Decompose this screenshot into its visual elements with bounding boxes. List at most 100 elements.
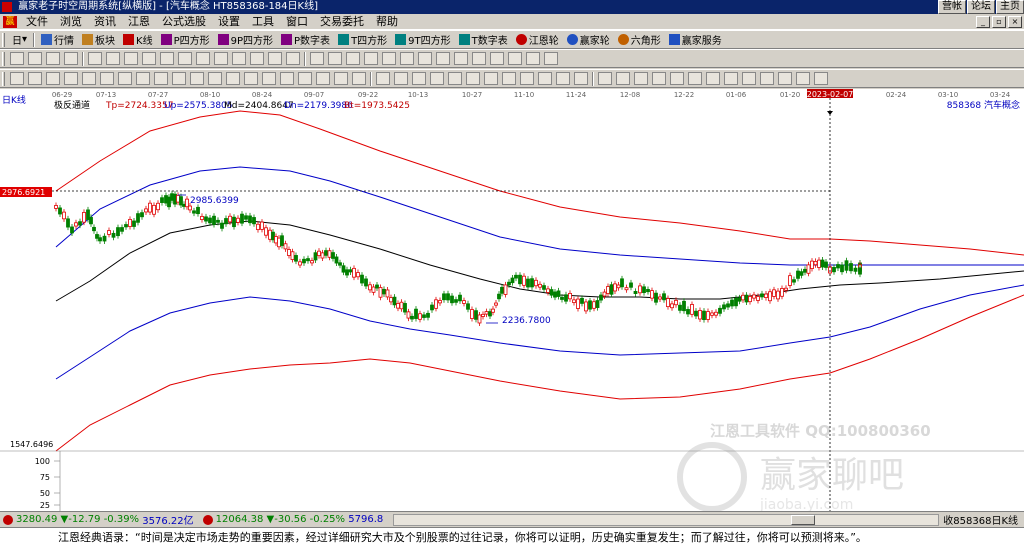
line-tool-15-icon[interactable] [262,72,276,85]
tool-diamond-3-icon[interactable] [160,52,174,65]
kline-chart[interactable]: 06-29 07-13 07-27 08-10 08-24 09-07 09-22 10-13… [0,89,1024,511]
tool-j-icon[interactable] [508,52,522,65]
menu-window[interactable]: 窗口 [280,14,314,30]
line-tool-24-icon[interactable] [430,72,444,85]
line-tool-40-icon[interactable] [724,72,738,85]
line-tool-6-icon[interactable] [100,72,114,85]
line-tool-18-icon[interactable] [316,72,330,85]
line-tool-31-icon[interactable] [556,72,570,85]
menu-info[interactable]: 资讯 [88,14,122,30]
menu-browse[interactable]: 浏览 [54,14,88,30]
line-tool-11-icon[interactable] [190,72,204,85]
menu-tools[interactable]: 工具 [246,14,280,30]
tool-f-icon[interactable] [436,52,450,65]
menu-formula[interactable]: 公式选股 [156,14,212,30]
line-tool-45-icon[interactable] [814,72,828,85]
tool-c-icon[interactable] [382,52,396,65]
kline-button[interactable]: K线 [119,31,157,48]
tool-diamond-9-icon[interactable] [268,52,282,65]
menu-help[interactable]: 帮助 [370,14,404,30]
9p-square-button[interactable]: 9P四方形 [214,31,277,48]
line-tool-33-icon[interactable] [598,72,612,85]
line-tool-30-icon[interactable] [538,72,552,85]
link-forum[interactable]: 论坛 [967,0,995,14]
winner-wheel-button[interactable]: 赢家轮 [563,31,614,48]
close-icon[interactable]: × [1008,16,1022,28]
9t-square-button[interactable]: 9T四方形 [391,31,454,48]
p-number-button[interactable]: P数字表 [277,31,334,48]
link-yingzhang[interactable]: 营帐 [938,0,966,14]
p-square-button[interactable]: P四方形 [157,31,214,48]
quote-button[interactable]: 行情 [37,31,78,48]
line-tool-43-icon[interactable] [778,72,792,85]
next-page-icon[interactable] [46,52,60,65]
chart-area[interactable]: 06-29 07-13 07-27 08-10 08-24 09-07 09-22 10-13… [0,89,1024,511]
tool-diamond-8-icon[interactable] [250,52,264,65]
sector-button[interactable]: 板块 [78,31,119,48]
line-tool-12-icon[interactable] [208,72,222,85]
day-button[interactable]: 日 ▾ [8,31,31,48]
prev-page-icon[interactable] [28,52,42,65]
line-tool-35-icon[interactable] [634,72,648,85]
minimize-icon[interactable]: _ [976,16,990,28]
line-tool-42-icon[interactable] [760,72,774,85]
app-menu-icon[interactable]: 赢 [3,15,17,28]
line-tool-19-icon[interactable] [334,72,348,85]
tool-diamond-6-icon[interactable] [214,52,228,65]
tool-h-icon[interactable] [472,52,486,65]
menu-gann[interactable]: 江恩 [122,14,156,30]
tool-diamond-4-icon[interactable] [178,52,192,65]
hexagon-button[interactable]: 六角形 [614,31,665,48]
line-tool-10-icon[interactable] [172,72,186,85]
line-tool-29-icon[interactable] [520,72,534,85]
line-tool-4-icon[interactable] [64,72,78,85]
line-tool-32-icon[interactable] [574,72,588,85]
line-tool-28-icon[interactable] [502,72,516,85]
tool-diamond-5-icon[interactable] [196,52,210,65]
hand-tool-icon[interactable] [310,52,324,65]
line-tool-34-icon[interactable] [616,72,630,85]
crosshair-tool-icon[interactable] [328,52,342,65]
tool-i-icon[interactable] [490,52,504,65]
tool-a-icon[interactable] [346,52,360,65]
menu-file[interactable]: 文件 [20,14,54,30]
tool-d-icon[interactable] [400,52,414,65]
link-home[interactable]: 主页 [996,0,1024,14]
line-tool-7-icon[interactable] [118,72,132,85]
line-tool-37-icon[interactable] [670,72,684,85]
gann-wheel-button[interactable]: 江恩轮 [512,31,563,48]
line-tool-41-icon[interactable] [742,72,756,85]
menu-trade[interactable]: 交易委托 [314,14,370,30]
line-tool-20-icon[interactable] [352,72,366,85]
tool-diamond-10-icon[interactable] [286,52,300,65]
line-tool-22-icon[interactable] [394,72,408,85]
zoom-in-icon[interactable] [88,52,102,65]
tool-diamond-7-icon[interactable] [232,52,246,65]
line-tool-36-icon[interactable] [652,72,666,85]
zoom-out-icon[interactable] [106,52,120,65]
t-square-button[interactable]: T四方形 [334,31,391,48]
tool-g-icon[interactable] [454,52,468,65]
tool-l-icon[interactable] [544,52,558,65]
line-tool-13-icon[interactable] [226,72,240,85]
line-tool-39-icon[interactable] [706,72,720,85]
index2-status[interactable]: 12064.38 ▼ -30.56 -0.25% 5796.8 [200,514,383,525]
tool-b-icon[interactable] [364,52,378,65]
tool-diamond-1-icon[interactable] [124,52,138,65]
tool-diamond-2-icon[interactable] [142,52,156,65]
restore-icon[interactable]: ▫ [992,16,1006,28]
line-tool-17-icon[interactable] [298,72,312,85]
line-tool-16-icon[interactable] [280,72,294,85]
index1-status[interactable]: 3280.49 ▼ -12.79 -0.39% 3576.22亿 [0,512,194,527]
line-tool-26-icon[interactable] [466,72,480,85]
line-tool-5-icon[interactable] [82,72,96,85]
line-tool-1-icon[interactable] [10,72,24,85]
line-tool-38-icon[interactable] [688,72,702,85]
line-tool-14-icon[interactable] [244,72,258,85]
menu-settings[interactable]: 设置 [212,14,246,30]
tool-e-icon[interactable] [418,52,432,65]
line-tool-27-icon[interactable] [484,72,498,85]
line-tool-3-icon[interactable] [46,72,60,85]
line-tool-44-icon[interactable] [796,72,810,85]
line-tool-25-icon[interactable] [448,72,462,85]
